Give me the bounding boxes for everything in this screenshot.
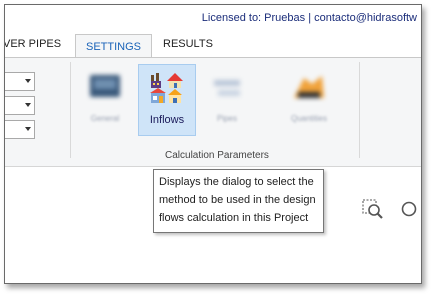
chevron-down-icon (25, 127, 31, 131)
combo-1[interactable] (5, 72, 35, 91)
combo-2[interactable] (5, 96, 35, 115)
tab-settings[interactable]: SETTINGS (75, 34, 153, 57)
pipes-button[interactable]: Pipes (199, 64, 255, 134)
tooltip-text: Displays the dialog to select the method… (159, 176, 316, 224)
inflows-label: Inflows (149, 114, 185, 126)
tab-sewer-pipes[interactable]: VER PIPES (5, 38, 61, 50)
chevron-down-icon (25, 103, 31, 107)
group-label: Calculation Parameters (165, 150, 269, 161)
general-icon (90, 75, 120, 97)
divider (359, 62, 360, 158)
zoom-icon[interactable] (361, 198, 385, 222)
zoom-extent-icon[interactable] (397, 198, 421, 222)
houses-icon (150, 73, 183, 103)
inflows-button[interactable]: Inflows (138, 64, 196, 136)
app-window: Licensed to: Pruebas | contacto@hidrasof… (4, 4, 422, 284)
combo-3[interactable] (5, 120, 35, 139)
ribbon-panel: General Inflows Pipes Quantities Calcula… (5, 58, 421, 167)
tooltip: Displays the dialog to select the method… (153, 169, 324, 233)
license-text: Licensed to: Pruebas | contacto@hidrasof… (201, 12, 417, 24)
pipes-icon (214, 80, 240, 96)
pipes-label: Pipes (216, 114, 237, 123)
quantities-button[interactable]: Quantities (281, 64, 337, 134)
quantities-icon (294, 76, 324, 98)
general-button[interactable]: General (77, 64, 133, 134)
quantities-label: Quantities (290, 114, 328, 123)
general-label: General (90, 114, 120, 123)
ribbon-tabs: VER PIPES SETTINGS RESULTS (5, 34, 421, 58)
divider (70, 62, 71, 158)
chevron-down-icon (25, 79, 31, 83)
tab-results[interactable]: RESULTS (163, 38, 213, 50)
